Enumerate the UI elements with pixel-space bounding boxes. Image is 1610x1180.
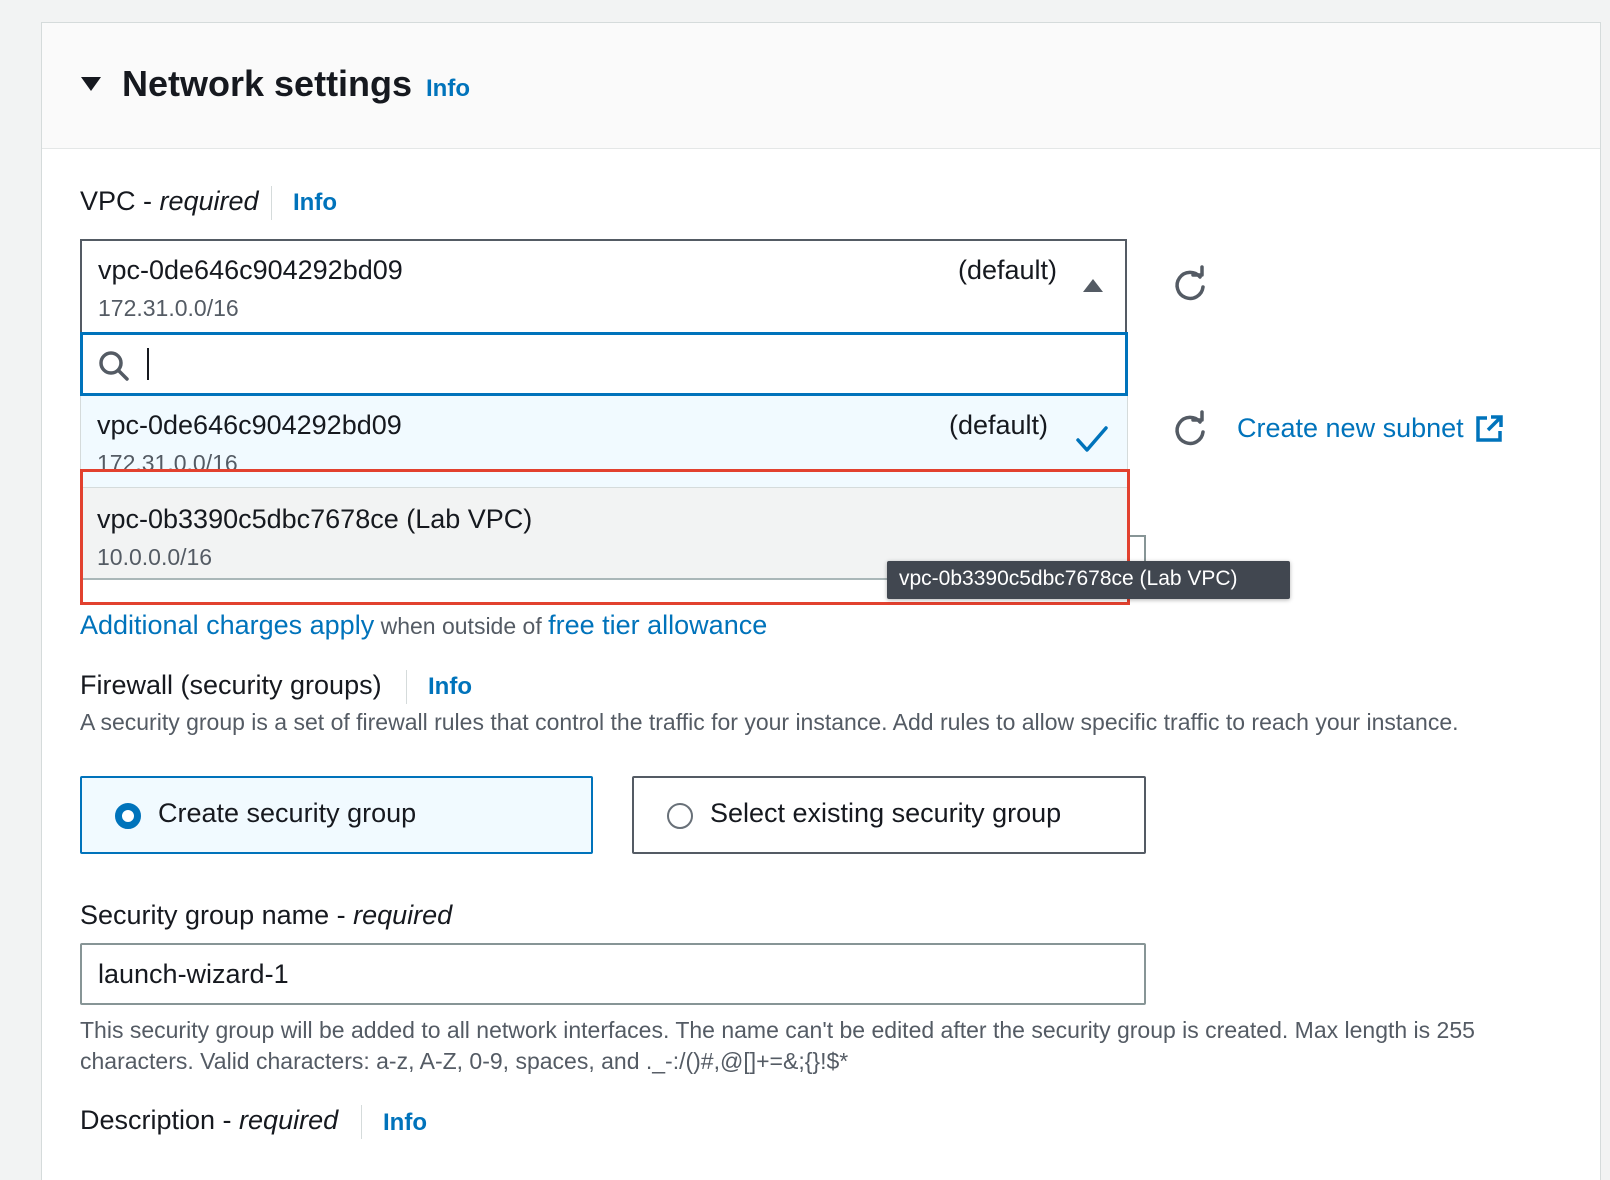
option-cidr: 10.0.0.0/16 [97, 544, 213, 570]
create-subnet-link[interactable]: Create new subnet [1237, 413, 1504, 444]
vpc-select-id: vpc-0de646c904292bd09 [98, 255, 403, 285]
refresh-icon[interactable] [1170, 410, 1210, 450]
option-id: vpc-0b3390c5dbc7678ce (Lab VPC) [97, 504, 533, 534]
vpc-dropdown-list: vpc-0de646c904292bd09 (default) 172.31.0… [80, 396, 1128, 586]
section-title[interactable]: Network settings [122, 63, 412, 105]
description-label-required: required [239, 1105, 339, 1135]
vpc-label-text: VPC - [80, 186, 160, 216]
vpc-search-input[interactable] [80, 332, 1128, 396]
firewall-label: Firewall (security groups) [80, 670, 382, 700]
create-subnet-text: Create new subnet [1237, 413, 1464, 443]
vpc-info-link[interactable]: Info [293, 189, 337, 216]
description-label-text: Description - [80, 1105, 240, 1135]
caret-down-icon[interactable] [81, 77, 101, 91]
additional-charges-link[interactable]: Additional charges apply [80, 610, 374, 640]
description-info-link[interactable]: Info [383, 1109, 427, 1136]
select-existing-security-group-option[interactable]: Select existing security group [632, 776, 1146, 854]
network-settings-panel: Network settings Info [41, 22, 1601, 1180]
section-info-link[interactable]: Info [426, 75, 470, 102]
caret-up-icon [1083, 279, 1103, 292]
vpc-option-default[interactable]: vpc-0de646c904292bd09 (default) 172.31.0… [81, 396, 1127, 488]
section-title-text: Network settings [122, 63, 413, 104]
select-existing-security-group-label: Select existing security group [710, 798, 1062, 828]
vpc-select[interactable]: vpc-0de646c904292bd09 (default) 172.31.0… [80, 239, 1127, 333]
free-tier-link[interactable]: free tier allowance [548, 610, 767, 640]
sg-name-label-required: required [353, 900, 453, 930]
charges-middle-text: when outside of [374, 613, 549, 639]
sg-name-label-text: Security group name - [80, 900, 354, 930]
firewall-info-link[interactable]: Info [428, 673, 472, 700]
firewall-description: A security group is a set of firewall ru… [80, 709, 1459, 735]
option-tag: (default) [949, 410, 1049, 440]
option-id: vpc-0de646c904292bd09 [97, 410, 402, 440]
sg-name-input[interactable]: launch-wizard-1 [80, 943, 1146, 1005]
create-security-group-label: Create security group [158, 798, 417, 828]
sg-name-label: Security group name - required [80, 900, 452, 931]
divider [361, 1105, 362, 1139]
radio-selected[interactable] [115, 803, 141, 829]
option-cidr: 172.31.0.0/16 [97, 450, 238, 476]
description-label: Description - required [80, 1105, 338, 1136]
panel-header: Network settings Info [42, 23, 1600, 149]
option-tooltip: vpc-0b3390c5dbc7678ce (Lab VPC) [887, 561, 1290, 599]
vpc-label: VPC - required [80, 186, 259, 217]
divider [406, 670, 407, 704]
charges-notice: Additional charges apply when outside of… [80, 610, 767, 641]
vpc-label-required: required [159, 186, 259, 216]
radio-unselected[interactable] [667, 803, 693, 829]
divider [271, 186, 272, 220]
refresh-icon[interactable] [1170, 265, 1210, 305]
vpc-select-tag: (default) [958, 255, 1058, 285]
sg-name-help: This security group will be added to all… [80, 1017, 1475, 1074]
text-cursor [147, 348, 149, 380]
search-icon [97, 349, 131, 383]
external-link-icon [1474, 414, 1504, 444]
create-security-group-option[interactable]: Create security group [80, 776, 593, 854]
sg-name-value: launch-wizard-1 [98, 959, 289, 989]
checkmark-icon [1075, 422, 1109, 456]
vpc-select-cidr: 172.31.0.0/16 [98, 295, 239, 321]
